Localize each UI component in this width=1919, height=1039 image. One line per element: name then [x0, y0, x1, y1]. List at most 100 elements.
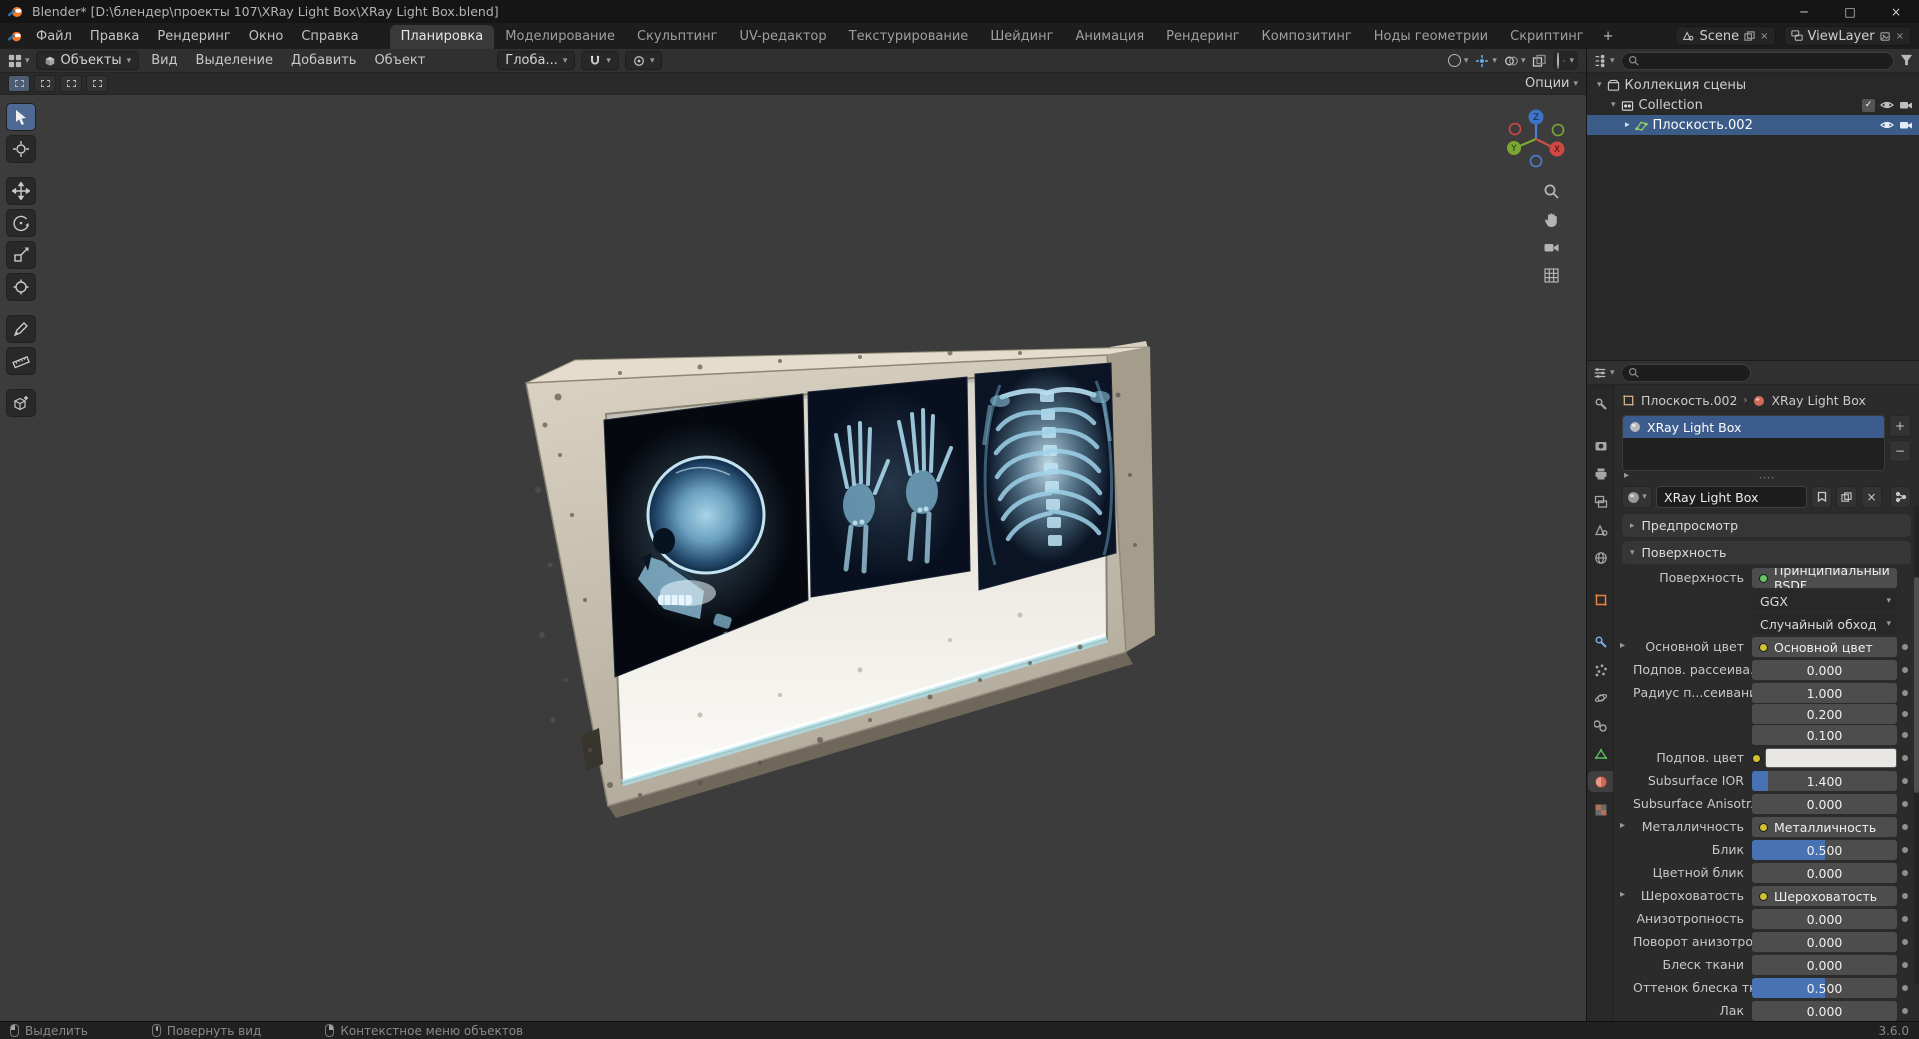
roughness-link-button[interactable]: Шероховатость [1752, 886, 1897, 906]
tab-scripting[interactable]: Скриптинг [1499, 25, 1594, 49]
viewlayer-selector[interactable]: ViewLayer × [1783, 26, 1911, 46]
tab-layout[interactable]: Планировка [389, 25, 495, 49]
outliner-row-plane-002[interactable]: ▸ Плоскость.002 [1587, 115, 1919, 135]
tab-texture[interactable] [1588, 799, 1613, 820]
viewport-canvas[interactable]: Z Y X [0, 95, 1586, 1021]
remove-viewlayer-icon[interactable]: × [1896, 31, 1904, 42]
base-color-link-button[interactable]: Основной цвет [1752, 637, 1897, 657]
metallic-link-button[interactable]: Металличность [1752, 817, 1897, 837]
filter-icon[interactable] [1900, 54, 1913, 67]
tab-scene[interactable] [1588, 519, 1613, 540]
animate-dot[interactable] [1902, 847, 1908, 853]
zoom-icon[interactable] [1543, 183, 1560, 200]
snap-dropdown[interactable]: ▾ [581, 51, 619, 70]
tab-particles[interactable] [1588, 659, 1613, 680]
tool-cursor[interactable] [6, 135, 36, 163]
animate-dot[interactable] [1902, 939, 1908, 945]
sss-method-dropdown[interactable]: Случайный обход ▾ [1752, 614, 1897, 634]
collection-checkbox[interactable]: ✓ [1862, 98, 1875, 112]
radius-x-field[interactable]: 1.000 [1752, 683, 1897, 703]
grid-ortho-icon[interactable] [1543, 267, 1560, 284]
tab-compositing[interactable]: Композитинг [1251, 25, 1363, 49]
animate-dot[interactable] [1902, 710, 1908, 717]
tab-object[interactable] [1588, 589, 1613, 610]
material-slot-item[interactable]: XRay Light Box [1623, 416, 1884, 438]
properties-search-input[interactable] [1620, 363, 1751, 382]
select-subtract-button[interactable] [60, 75, 82, 92]
properties-scrollbar[interactable] [1914, 505, 1919, 985]
navigation-gizmo[interactable]: Z Y X [1504, 107, 1568, 171]
sheen-tint-slider[interactable]: 0.500 [1752, 978, 1897, 998]
add-workspace-button[interactable]: + [1595, 25, 1622, 49]
unlink-material-button[interactable]: × [1861, 486, 1882, 508]
tab-output[interactable] [1588, 463, 1613, 484]
tool-select-box[interactable] [6, 103, 36, 131]
tool-scale[interactable] [6, 241, 36, 269]
tab-modifiers[interactable] [1588, 631, 1613, 652]
unlink-scene-icon[interactable]: × [1760, 31, 1768, 42]
subsurface-ior-slider[interactable]: 1.400 [1752, 771, 1897, 791]
gizmos-toggle[interactable]: ▾ [1475, 54, 1497, 68]
tab-uv[interactable]: UV-редактор [728, 25, 837, 49]
tab-sculpting[interactable]: Скульптинг [626, 25, 728, 49]
subsurface-color-swatch[interactable] [1765, 748, 1897, 768]
animate-dot[interactable] [1902, 644, 1908, 650]
subsurface-slider[interactable]: 0.000 [1752, 660, 1897, 680]
outliner-row-collection[interactable]: ▾ Collection ✓ [1587, 95, 1919, 115]
tab-constraints[interactable] [1588, 715, 1613, 736]
outliner-search-input[interactable] [1620, 51, 1894, 70]
show-nodes-button[interactable] [1890, 486, 1911, 508]
disable-render-camera-icon[interactable] [1899, 98, 1913, 112]
sheen-slider[interactable]: 0.000 [1752, 955, 1897, 975]
anisotropic-slider[interactable]: 0.000 [1752, 909, 1897, 929]
animate-dot[interactable] [1902, 731, 1908, 738]
menu-window[interactable]: Окно [240, 26, 293, 47]
select-extend-button[interactable] [34, 75, 56, 92]
blender-menu-icon[interactable] [8, 29, 23, 44]
distribution-dropdown[interactable]: GGX ▾ [1752, 591, 1897, 611]
object-visibility-dropdown[interactable]: ▾ [1447, 54, 1468, 67]
tab-view-layer[interactable] [1588, 491, 1613, 512]
tool-transform[interactable] [6, 273, 36, 301]
xray-film-hands[interactable] [807, 376, 971, 598]
animate-dot[interactable] [1902, 893, 1908, 899]
menu-select[interactable]: Выделение [190, 51, 279, 70]
tab-tool[interactable] [1588, 393, 1613, 414]
tab-material[interactable] [1588, 771, 1613, 792]
specular-tint-slider[interactable]: 0.000 [1752, 863, 1897, 883]
anisotropic-rotation-slider[interactable]: 0.000 [1752, 932, 1897, 952]
radius-z-field[interactable]: 0.100 [1752, 725, 1897, 745]
camera-view-icon[interactable] [1543, 239, 1560, 256]
tab-world[interactable] [1588, 547, 1613, 568]
slot-list-grip[interactable]: ▸ ···· [1620, 470, 1913, 485]
editor-type-button[interactable]: ▾ [8, 54, 30, 68]
subsurface-anisotropy-slider[interactable]: 0.000 [1752, 794, 1897, 814]
outliner-editor-button[interactable]: ▾ [1593, 54, 1615, 68]
hide-eye-icon[interactable] [1880, 98, 1894, 112]
clearcoat-slider[interactable]: 0.000 [1752, 1001, 1897, 1021]
outliner-row-scene-collection[interactable]: ▾ Коллекция сцены [1587, 75, 1919, 95]
animate-dot[interactable] [1902, 985, 1908, 991]
animate-dot[interactable] [1902, 778, 1908, 784]
transform-orientation-dropdown[interactable]: Глоба... ▾ [497, 51, 576, 70]
menu-view[interactable]: Вид [145, 51, 183, 70]
panel-preview[interactable]: ▸ Предпросмотр [1622, 514, 1911, 537]
tool-annotate[interactable] [6, 315, 36, 343]
minimize-button[interactable]: ─ [1781, 0, 1827, 23]
close-button[interactable]: × [1873, 0, 1919, 23]
radius-y-field[interactable]: 0.200 [1752, 704, 1897, 724]
menu-add[interactable]: Добавить [285, 51, 362, 70]
shading-material-button[interactable] [1563, 59, 1566, 62]
fake-user-button[interactable] [1811, 486, 1832, 508]
animate-dot[interactable] [1902, 755, 1908, 761]
proportional-edit-dropdown[interactable]: ▾ [624, 51, 663, 70]
surface-shader-button[interactable]: Принципиальный BSDF [1752, 568, 1897, 588]
select-intersect-button[interactable] [86, 75, 108, 92]
animate-dot[interactable] [1902, 870, 1908, 876]
tab-texture-paint[interactable]: Текстур​ирование [838, 25, 980, 49]
scene-selector[interactable]: Scene × [1675, 26, 1776, 46]
disable-render-camera-icon[interactable] [1899, 118, 1913, 132]
tab-render[interactable] [1588, 435, 1613, 456]
browse-material-button[interactable]: ▾ [1622, 486, 1652, 508]
xray-toggle[interactable] [1532, 54, 1547, 68]
